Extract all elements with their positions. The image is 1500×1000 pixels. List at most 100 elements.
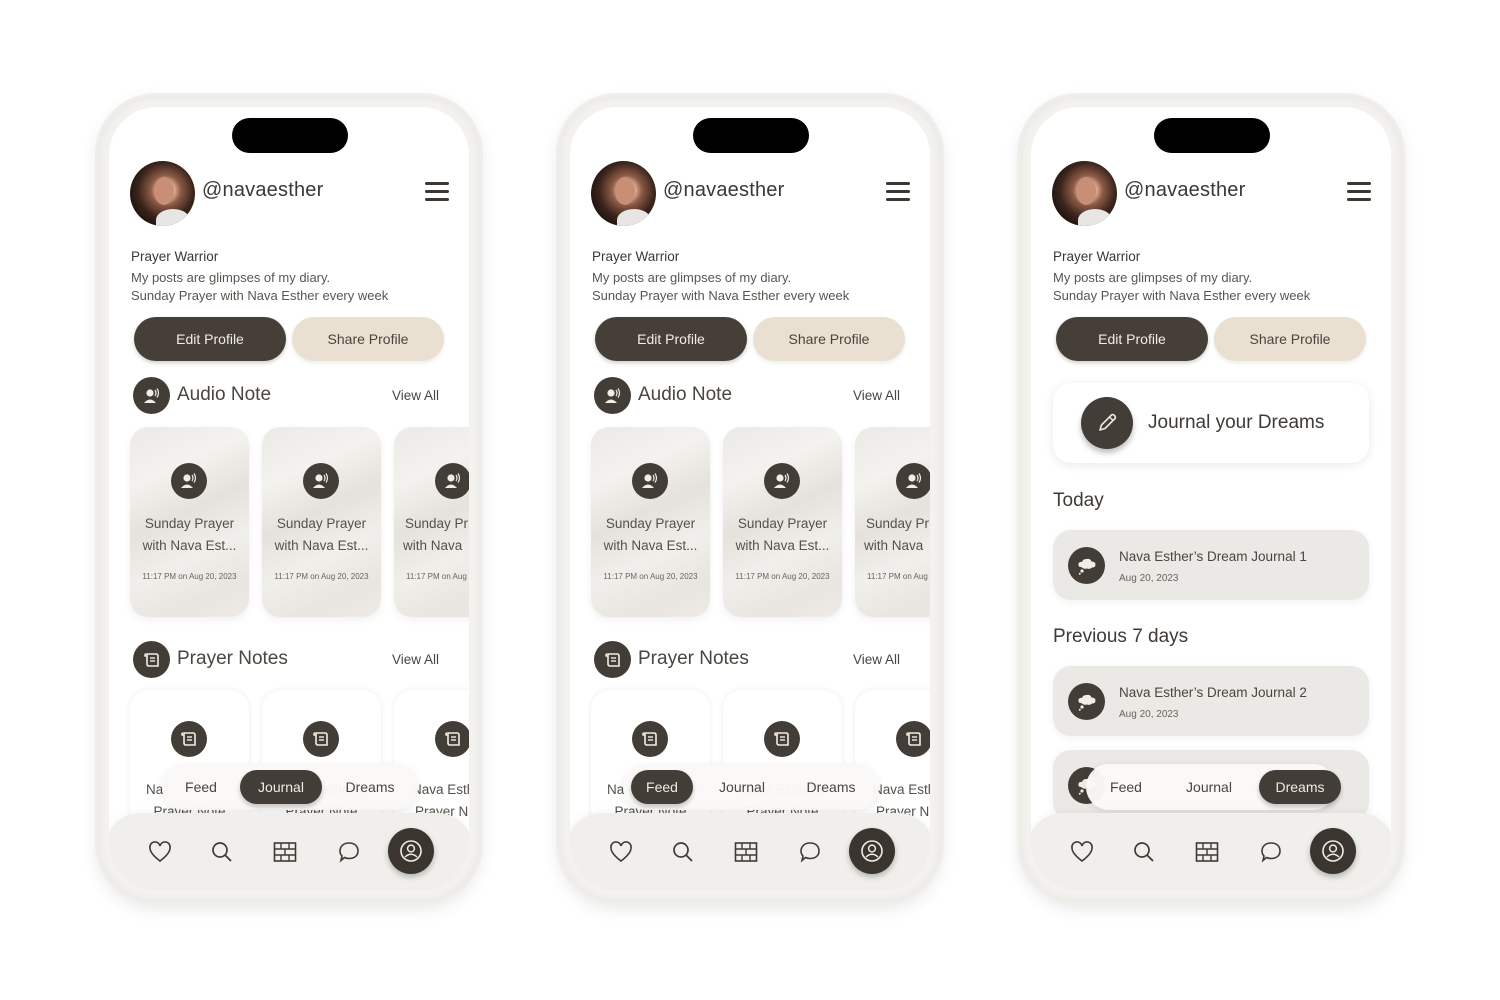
speaking-person-icon xyxy=(896,463,930,499)
audio-card-title: Sunday Prayer xyxy=(737,516,828,531)
screen: @navaesther Prayer Warrior My posts are … xyxy=(109,107,469,891)
bio-line: Sunday Prayer with Nava Esther every wee… xyxy=(592,288,850,303)
scroll-icon xyxy=(632,721,668,757)
view-all-prayer-link[interactable]: View All xyxy=(392,652,439,667)
dream-journal-date: Aug 20, 2023 xyxy=(1119,573,1179,584)
share-profile-button[interactable]: Share Profile xyxy=(753,317,905,361)
profile-icon[interactable] xyxy=(388,828,434,874)
segment-feed[interactable]: Feed xyxy=(1096,770,1156,804)
edit-profile-button[interactable]: Edit Profile xyxy=(595,317,747,361)
audio-note-card[interactable]: Sunday Prayer with Nava Est... 11:17 PM … xyxy=(723,427,842,617)
share-profile-button[interactable]: Share Profile xyxy=(1214,317,1366,361)
pencil-icon xyxy=(1081,397,1133,449)
dream-journal-item[interactable]: Nava Esther’s Dream Journal 1 Aug 20, 20… xyxy=(1053,530,1369,600)
search-icon[interactable] xyxy=(670,839,696,865)
wall-grid-icon[interactable] xyxy=(1194,839,1220,865)
audio-note-card[interactable]: Sunday Prayer with Nava Est... 11:17 PM … xyxy=(262,427,381,617)
avatar[interactable] xyxy=(1052,161,1117,226)
audio-card-title: with Nava Est... xyxy=(603,538,698,553)
segment-feed[interactable]: Feed xyxy=(170,770,232,804)
journal-your-dreams-label: Journal your Dreams xyxy=(1148,412,1325,433)
dream-journal-title: Nava Esther’s Dream Journal 1 xyxy=(1119,549,1307,564)
audio-note-card[interactable]: Sunday Prayer with Nava Est... 11:17 PM … xyxy=(591,427,710,617)
wall-grid-icon[interactable] xyxy=(272,839,298,865)
scroll-icon xyxy=(896,721,930,757)
audio-card-date: 11:17 PM on Aug 20, 2023 xyxy=(274,572,369,581)
audio-note-card[interactable]: Sunday Pr with Nava 11:17 PM on Aug 2 xyxy=(394,427,469,617)
bottom-navigation-bar xyxy=(1031,813,1391,891)
hamburger-menu-icon[interactable] xyxy=(1347,182,1371,202)
dream-journal-date: Aug 20, 2023 xyxy=(1119,709,1179,720)
scroll-icon xyxy=(764,721,800,757)
heart-icon[interactable] xyxy=(1069,839,1095,865)
avatar[interactable] xyxy=(130,161,195,226)
audio-card-title: Sunday Prayer xyxy=(605,516,696,531)
thought-cloud-icon xyxy=(1068,683,1105,720)
section-title-audio-note: Audio Note xyxy=(638,384,733,405)
share-profile-button[interactable]: Share Profile xyxy=(292,317,444,361)
scroll-icon xyxy=(303,721,339,757)
speaking-person-icon xyxy=(303,463,339,499)
group-heading-today: Today xyxy=(1053,490,1104,511)
segment-dreams[interactable]: Dreams xyxy=(1259,770,1341,804)
speaking-person-icon xyxy=(435,463,469,499)
view-all-audio-link[interactable]: View All xyxy=(392,388,439,403)
phone-feed-view: @navaesther Prayer Warrior My posts are … xyxy=(559,96,941,902)
bio-line: Sunday Prayer with Nava Esther every wee… xyxy=(1053,288,1311,303)
speaking-person-icon xyxy=(594,377,631,414)
phone-dreams-view: @navaesther Prayer Warrior My posts are … xyxy=(1020,96,1402,902)
speaking-person-icon xyxy=(171,463,207,499)
edit-profile-button[interactable]: Edit Profile xyxy=(134,317,286,361)
view-all-audio-link[interactable]: View All xyxy=(853,388,900,403)
hamburger-menu-icon[interactable] xyxy=(886,182,910,202)
segment-feed[interactable]: Feed xyxy=(631,770,693,804)
heart-icon[interactable] xyxy=(147,839,173,865)
username: @navaesther xyxy=(202,179,324,201)
segment-journal[interactable]: Journal xyxy=(1164,770,1254,804)
search-icon[interactable] xyxy=(1131,839,1157,865)
screen: @navaesther Prayer Warrior My posts are … xyxy=(1031,107,1391,891)
view-switcher: Feed Journal Dreams xyxy=(1086,764,1341,810)
segment-journal[interactable]: Journal xyxy=(701,770,783,804)
view-switcher: Feed Journal Dreams xyxy=(162,764,418,810)
section-title-prayer-notes: Prayer Notes xyxy=(177,648,288,669)
audio-card-date: 11:17 PM on Aug 20, 2023 xyxy=(735,572,830,581)
bio-title: Prayer Warrior xyxy=(592,249,680,264)
phone-journal-view: @navaesther Prayer Warrior My posts are … xyxy=(98,96,480,902)
audio-note-card[interactable]: Sunday Pr with Nava 11:17 PM on Aug 2 xyxy=(855,427,930,617)
audio-card-title: Sunday Pr xyxy=(405,516,469,531)
screen: @navaesther Prayer Warrior My posts are … xyxy=(570,107,930,891)
username: @navaesther xyxy=(1124,179,1246,201)
audio-note-card[interactable]: Sunday Prayer with Nava Est... 11:17 PM … xyxy=(130,427,249,617)
edit-profile-button[interactable]: Edit Profile xyxy=(1056,317,1208,361)
scroll-icon xyxy=(435,721,469,757)
segment-journal[interactable]: Journal xyxy=(240,770,322,804)
avatar[interactable] xyxy=(591,161,656,226)
thought-cloud-icon xyxy=(1068,547,1105,584)
hamburger-menu-icon[interactable] xyxy=(425,182,449,202)
view-all-prayer-link[interactable]: View All xyxy=(853,652,900,667)
bio-line: My posts are glimpses of my diary. xyxy=(1053,270,1253,285)
audio-card-title: Sunday Prayer xyxy=(276,516,367,531)
segment-dreams[interactable]: Dreams xyxy=(328,770,412,804)
chat-bubble-icon[interactable] xyxy=(1258,839,1284,865)
search-icon[interactable] xyxy=(209,839,235,865)
chat-bubble-icon[interactable] xyxy=(336,839,362,865)
bio-line: My posts are glimpses of my diary. xyxy=(131,270,331,285)
heart-icon[interactable] xyxy=(608,839,634,865)
section-title-audio-note: Audio Note xyxy=(177,384,272,405)
wall-grid-icon[interactable] xyxy=(733,839,759,865)
chat-bubble-icon[interactable] xyxy=(797,839,823,865)
speaking-person-icon xyxy=(133,377,170,414)
profile-icon[interactable] xyxy=(1310,828,1356,874)
audio-card-title: with Nava xyxy=(864,538,924,553)
audio-card-title: with Nava Est... xyxy=(274,538,369,553)
journal-your-dreams-button[interactable]: Journal your Dreams xyxy=(1053,383,1369,463)
profile-icon[interactable] xyxy=(849,828,895,874)
scroll-icon xyxy=(594,641,631,678)
bio-line: Sunday Prayer with Nava Esther every wee… xyxy=(131,288,389,303)
audio-card-date: 11:17 PM on Aug 2 xyxy=(406,572,469,581)
dream-journal-title: Nava Esther’s Dream Journal 2 xyxy=(1119,685,1307,700)
segment-dreams[interactable]: Dreams xyxy=(789,770,873,804)
dream-journal-item[interactable]: Nava Esther’s Dream Journal 2 Aug 20, 20… xyxy=(1053,666,1369,736)
